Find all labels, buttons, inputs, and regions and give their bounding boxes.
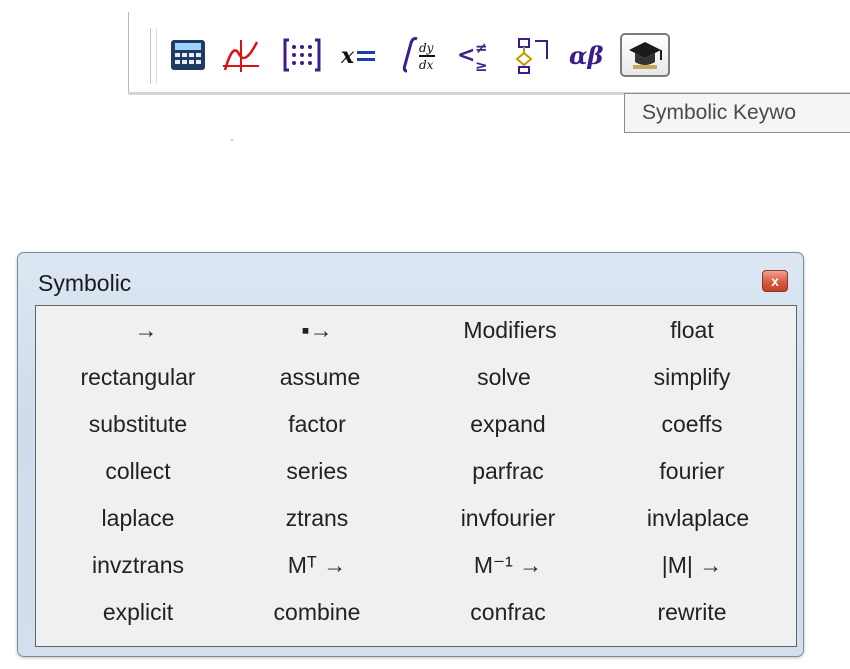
programming-icon[interactable] [512, 33, 556, 77]
keyword-invfourier[interactable]: invfourier [428, 505, 588, 532]
keyword-rewrite[interactable]: rewrite [612, 599, 772, 626]
symbolic-keywords-icon[interactable] [620, 33, 670, 77]
keyword-parfrac[interactable]: parfrac [428, 458, 588, 485]
keyword-evaluate-with-modifier[interactable]: ▪→ [237, 317, 397, 344]
matrix-icon[interactable] [280, 33, 324, 77]
keyword-evaluate-symbolically[interactable]: → [66, 317, 226, 344]
keyword-modifiers[interactable]: Modifiers [430, 317, 590, 344]
keyword-ztrans[interactable]: ztrans [237, 505, 397, 532]
keyword-invlaplace[interactable]: invlaplace [618, 505, 778, 532]
keyword-matrix-inverse[interactable]: M⁻¹ → [428, 552, 588, 579]
keyword-factor[interactable]: factor [237, 411, 397, 438]
keyword-expand[interactable]: expand [428, 411, 588, 438]
calculator-icon[interactable] [166, 33, 210, 77]
svg-text:x: x [340, 43, 355, 69]
speck [231, 139, 233, 141]
svg-text:≥: ≥ [475, 57, 488, 75]
toolbar-grip[interactable] [150, 28, 156, 84]
close-button[interactable]: x [762, 270, 788, 292]
graph-icon[interactable] [218, 33, 264, 77]
svg-text:≠: ≠ [475, 39, 488, 57]
close-icon: x [771, 273, 779, 289]
keyword-fourier[interactable]: fourier [612, 458, 772, 485]
keyword-solve[interactable]: solve [424, 364, 584, 391]
keyword-combine[interactable]: combine [237, 599, 397, 626]
svg-text:αβ: αβ [569, 41, 603, 70]
keyword-explicit[interactable]: explicit [58, 599, 218, 626]
keyword-confrac[interactable]: confrac [428, 599, 588, 626]
keyword-laplace[interactable]: laplace [58, 505, 218, 532]
keyword-collect[interactable]: collect [58, 458, 218, 485]
svg-text:<: < [457, 43, 475, 68]
keyword-coeffs[interactable]: coeffs [612, 411, 772, 438]
keyword-series[interactable]: series [237, 458, 397, 485]
svg-text:dx: dx [419, 58, 434, 72]
keyword-assume[interactable]: assume [240, 364, 400, 391]
keyword-float[interactable]: float [612, 317, 772, 344]
calculus-icon[interactable]: dy dx [396, 33, 442, 77]
svg-text:dy: dy [419, 41, 434, 55]
keyword-rectangular[interactable]: rectangular [58, 364, 218, 391]
keyword-substitute[interactable]: substitute [58, 411, 218, 438]
keyword-matrix-transpose[interactable]: Mᵀ → [237, 552, 397, 579]
keyword-invztrans[interactable]: invztrans [58, 552, 218, 579]
keyword-matrix-determinant[interactable]: |M| → [612, 552, 772, 579]
keyword-simplify[interactable]: simplify [612, 364, 772, 391]
evaluation-icon[interactable]: x [336, 33, 382, 77]
greek-icon[interactable]: αβ [566, 33, 612, 77]
tooltip-symbolic-keywords: Symbolic Keywo [624, 93, 850, 133]
window-title: Symbolic [38, 270, 132, 296]
boolean-icon[interactable]: < ≠ ≥ [454, 33, 500, 77]
